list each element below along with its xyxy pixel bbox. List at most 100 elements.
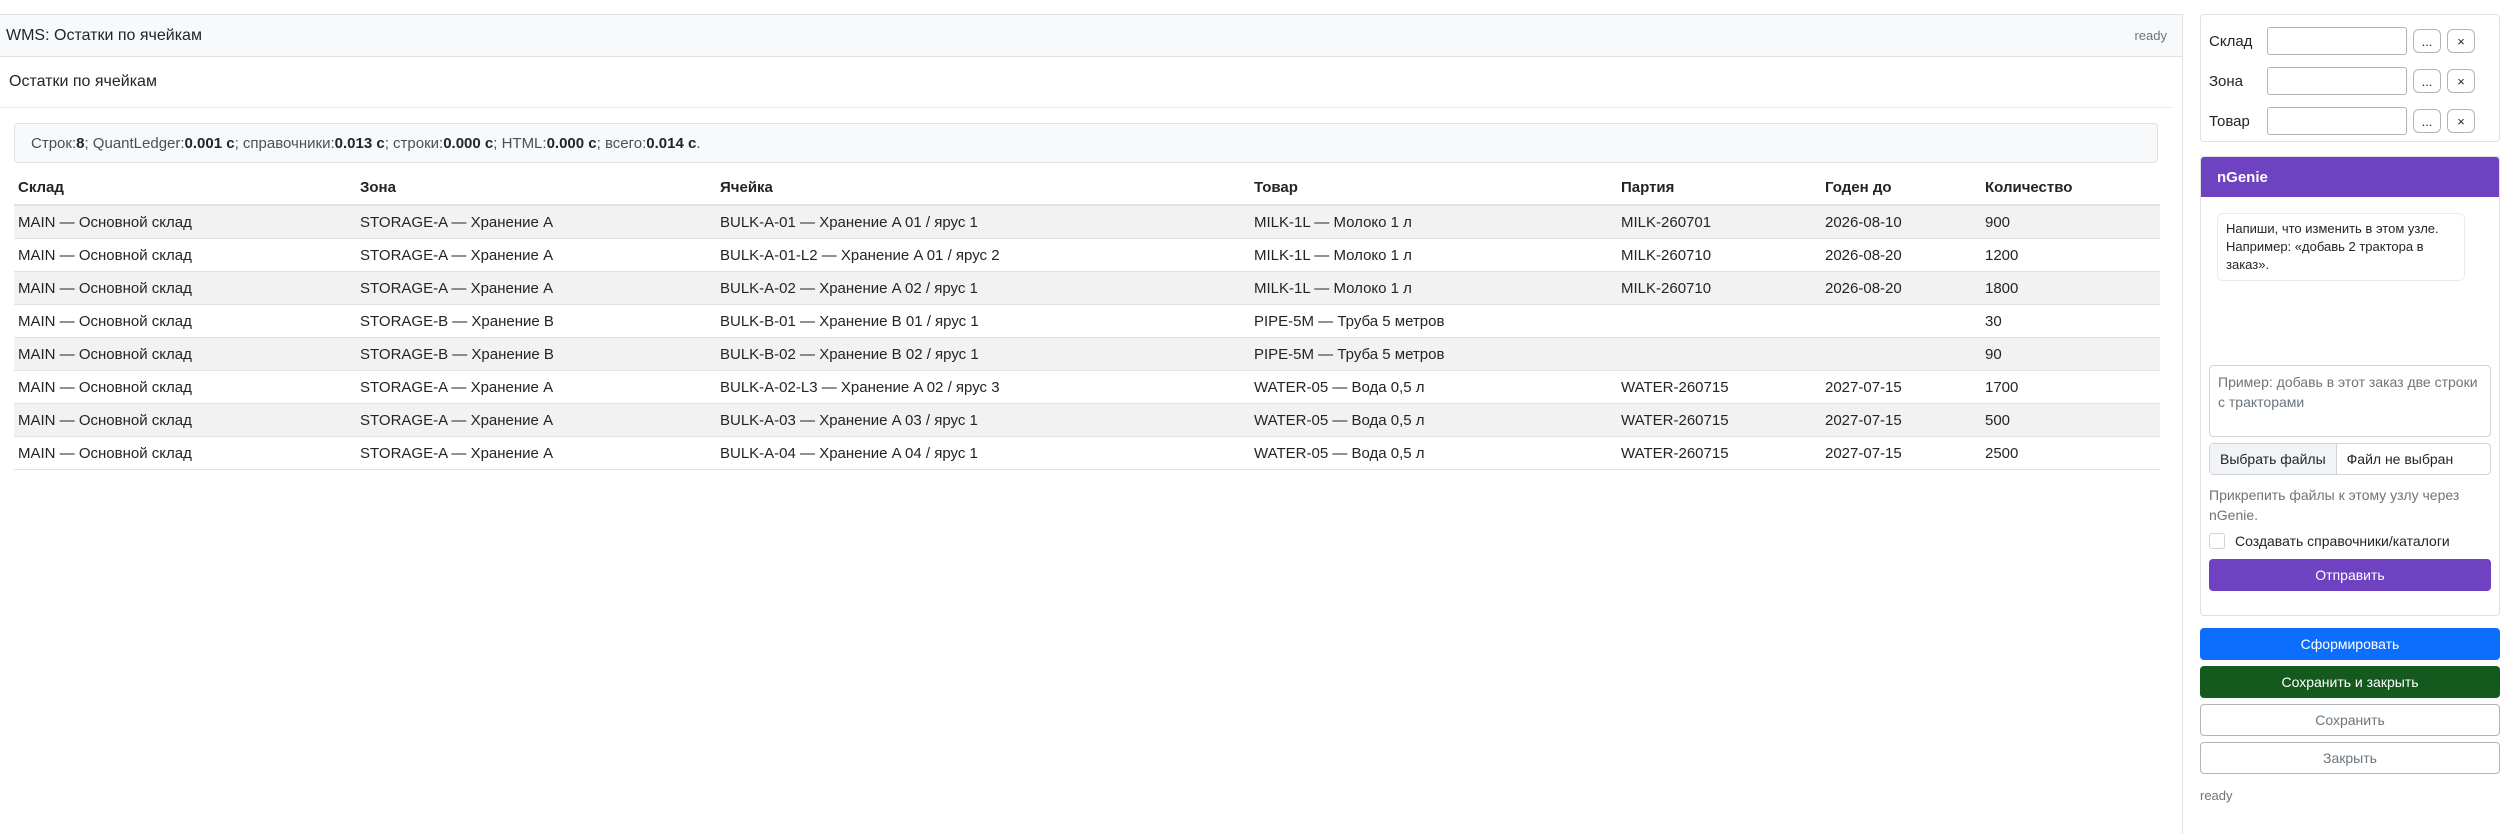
side-panel: Склад ... × Зона ... × Товар ... × nGeni… [2200, 14, 2500, 803]
column-header[interactable]: Годен до [1821, 171, 1981, 206]
table-cell: 500 [1981, 403, 2160, 437]
attach-note: Прикрепить файлы к этому узлу через nGen… [2209, 487, 2460, 523]
table-cell: STORAGE-A — Хранение A [356, 436, 716, 470]
create-catalogs-checkbox[interactable] [2209, 533, 2225, 549]
table-cell: 2026-08-20 [1821, 238, 1981, 272]
warehouse-clear-button[interactable]: × [2447, 29, 2475, 53]
table-row[interactable]: MAIN — Основной склад STORAGE-A — Хранен… [14, 205, 2160, 239]
stats-total-value: 0.014 с [646, 134, 697, 152]
stats-end: . [696, 134, 701, 152]
warehouse-filter-input[interactable] [2267, 27, 2407, 55]
stats-ql-value: 0.001 с [184, 134, 235, 152]
stats-html-label: ; HTML: [493, 134, 547, 152]
report-area: WMS: Остатки по ячейкам ready Остатки по… [0, 14, 2183, 834]
warehouse-pick-button[interactable]: ... [2413, 29, 2441, 53]
filter-row-zone: Зона ... × [2209, 61, 2491, 101]
report-header: Остатки по ячейкам [0, 57, 2172, 108]
window-title: WMS: Остатки по ячейкам [6, 26, 202, 44]
table-cell: MAIN — Основной склад [14, 436, 356, 470]
table-cell: PIPE-5M — Труба 5 метров [1250, 304, 1617, 338]
column-header[interactable]: Зона [356, 171, 716, 206]
table-header-row: Склад Зона Ячейка Товар Партия Годен до … [14, 171, 2160, 206]
table-cell: BULK-A-01-L2 — Хранение A 01 / ярус 2 [716, 238, 1250, 272]
table-row[interactable]: MAIN — Основной склад STORAGE-B — Хранен… [14, 337, 2160, 371]
column-header[interactable]: Партия [1617, 171, 1821, 206]
table-cell: 2027-07-15 [1821, 436, 1981, 470]
file-status: Файл не выбран [2346, 451, 2454, 467]
table-cell: BULK-A-02 — Хранение A 02 / ярус 1 [716, 271, 1250, 305]
stats-rows-value: 8 [76, 134, 85, 152]
column-header[interactable]: Склад [14, 171, 356, 206]
table-cell: BULK-B-02 — Хранение B 02 / ярус 1 [716, 337, 1250, 371]
table-cell: STORAGE-A — Хранение A [356, 271, 716, 305]
build-button[interactable]: Сформировать [2200, 628, 2500, 660]
table-cell: 30 [1981, 304, 2160, 338]
table-cell [1617, 304, 1821, 338]
table-cell [1821, 337, 1981, 371]
report-title: Остатки по ячейкам [9, 73, 157, 90]
checkbox-label: Создавать справочники/каталоги [2235, 533, 2450, 549]
table-cell: WATER-05 — Вода 0,5 л [1250, 370, 1617, 404]
table-row[interactable]: MAIN — Основной склад STORAGE-A — Хранен… [14, 271, 2160, 305]
table-cell: MAIN — Основной склад [14, 403, 356, 437]
table-cell: WATER-260715 [1617, 403, 1821, 437]
table-row[interactable]: MAIN — Основной склад STORAGE-A — Хранен… [14, 403, 2160, 437]
table-cell: WATER-260715 [1617, 370, 1821, 404]
stock-table: Склад Зона Ячейка Товар Партия Годен до … [14, 171, 2160, 470]
table-cell: MAIN — Основной склад [14, 271, 356, 305]
table-cell: BULK-B-01 — Хранение B 01 / ярус 1 [716, 304, 1250, 338]
table-cell: 2026-08-20 [1821, 271, 1981, 305]
filter-label: Склад [2209, 32, 2253, 50]
stats-bar: Строк: 8; QuantLedger: 0.001 с; справочн… [14, 123, 2158, 163]
product-clear-button[interactable]: × [2447, 109, 2475, 133]
table-cell: 2027-07-15 [1821, 403, 1981, 437]
table-cell: WATER-05 — Вода 0,5 л [1250, 403, 1617, 437]
stats-html-value: 0.000 с [546, 134, 597, 152]
table-cell: 2027-07-15 [1821, 370, 1981, 404]
ngenie-prompt-input[interactable]: Пример: добавь в этот заказ две строки с… [2209, 365, 2491, 437]
status-indicator: ready [2134, 28, 2167, 43]
product-filter-input[interactable] [2267, 107, 2407, 135]
close-button[interactable]: Закрыть [2200, 742, 2500, 774]
zone-pick-button[interactable]: ... [2413, 69, 2441, 93]
zone-filter-input[interactable] [2267, 67, 2407, 95]
stats-total-label: ; всего: [596, 134, 647, 152]
table-cell [1821, 304, 1981, 338]
column-header[interactable]: Товар [1250, 171, 1617, 206]
table-cell: MAIN — Основной склад [14, 304, 356, 338]
stats-str-value: 0.000 с [443, 134, 494, 152]
choose-files-button[interactable]: Выбрать файлы [2210, 444, 2337, 474]
table-row[interactable]: MAIN — Основной склад STORAGE-B — Хранен… [14, 304, 2160, 338]
table-cell: 90 [1981, 337, 2160, 371]
ngenie-hint: Напиши, что изменить в этом узле. Наприм… [2217, 213, 2465, 281]
column-header[interactable]: Ячейка [716, 171, 1250, 206]
stats-ql-label: ; QuantLedger: [84, 134, 185, 152]
table-cell: STORAGE-B — Хранение B [356, 304, 716, 338]
table-cell: STORAGE-A — Хранение A [356, 370, 716, 404]
table-cell: MILK-260710 [1617, 238, 1821, 272]
product-pick-button[interactable]: ... [2413, 109, 2441, 133]
send-button[interactable]: Отправить [2209, 559, 2491, 591]
table-cell: STORAGE-A — Хранение A [356, 403, 716, 437]
save-button[interactable]: Сохранить [2200, 704, 2500, 736]
table-row[interactable]: MAIN — Основной склад STORAGE-A — Хранен… [14, 436, 2160, 470]
table-cell: 2500 [1981, 436, 2160, 470]
column-header[interactable]: Количество [1981, 171, 2160, 206]
save-close-button[interactable]: Сохранить и закрыть [2200, 666, 2500, 698]
file-picker[interactable]: Выбрать файлы Файл не выбран [2209, 443, 2491, 475]
zone-clear-button[interactable]: × [2447, 69, 2475, 93]
table-cell: MILK-260701 [1617, 205, 1821, 239]
table-cell: BULK-A-02-L3 — Хранение A 02 / ярус 3 [716, 370, 1250, 404]
stats-ref-value: 0.013 с [334, 134, 385, 152]
table-row[interactable]: MAIN — Основной склад STORAGE-A — Хранен… [14, 238, 2160, 272]
table-cell: STORAGE-A — Хранение A [356, 238, 716, 272]
table-cell: BULK-A-03 — Хранение A 03 / ярус 1 [716, 403, 1250, 437]
window-titlebar: WMS: Остатки по ячейкам ready [0, 15, 2182, 57]
table-cell: MAIN — Основной склад [14, 205, 356, 239]
create-catalogs-option[interactable]: Создавать справочники/каталоги [2209, 533, 2491, 549]
table-cell: WATER-05 — Вода 0,5 л [1250, 436, 1617, 470]
table-cell: 2026-08-10 [1821, 205, 1981, 239]
table-row[interactable]: MAIN — Основной склад STORAGE-A — Хранен… [14, 370, 2160, 404]
stats-str-label: ; строки: [384, 134, 444, 152]
stats-ref-label: ; справочники: [234, 134, 335, 152]
